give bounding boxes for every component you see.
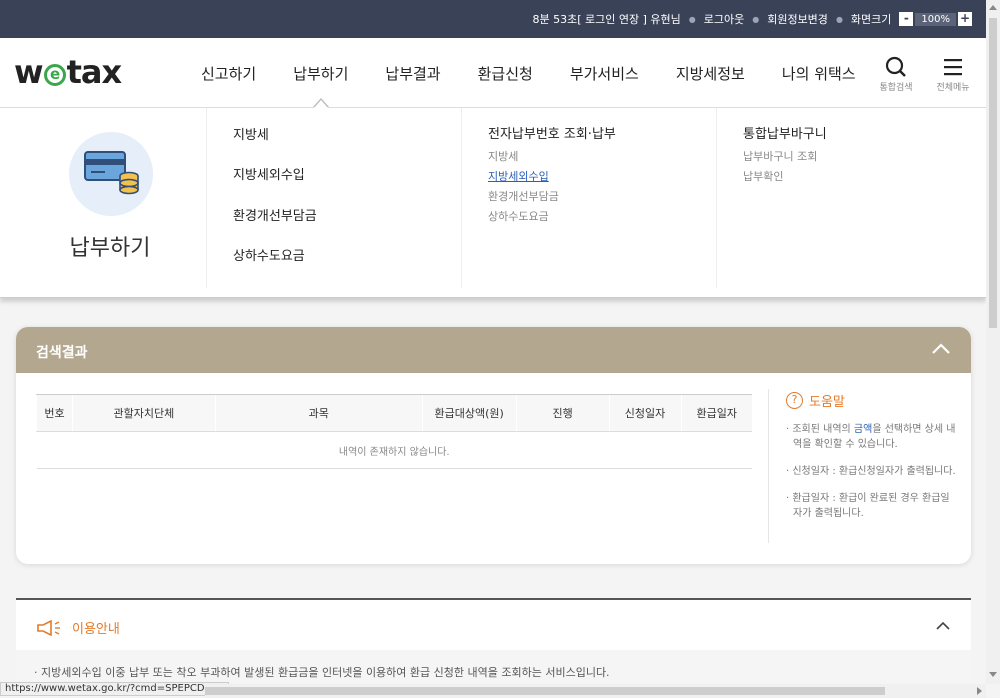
- vertical-scrollbar[interactable]: [986, 0, 1000, 684]
- collapse-chevron-icon[interactable]: [931, 339, 951, 359]
- zoom-value: 100%: [915, 12, 956, 26]
- submenu-local-tax[interactable]: 지방세: [488, 148, 518, 164]
- empty-message: 내역이 존재하지 않습니다.: [36, 431, 752, 469]
- nav-my-wetax[interactable]: 나의 위택스: [782, 63, 856, 84]
- hamburger-icon: [933, 56, 973, 78]
- amount-highlight: 금액: [853, 424, 873, 435]
- guide-collapse-chevron-icon[interactable]: [935, 618, 951, 634]
- session-timer[interactable]: 8분 53초[ 로그인 연장 ] 유현님: [532, 11, 680, 27]
- submenu-non-tax-revenue[interactable]: 지방세외수입: [488, 168, 549, 184]
- mega-menu-column-3: 통합납부바구니 납부바구니 조회 납부확인: [716, 108, 986, 288]
- screen-size-label: 화면크기: [850, 13, 892, 26]
- question-icon: ?: [786, 392, 803, 409]
- nav-refund[interactable]: 환급신청: [478, 63, 533, 84]
- col-subject: 과목: [214, 394, 423, 432]
- menu-payment-basket[interactable]: 통합납부바구니: [743, 123, 827, 142]
- refund-result-table: 번호 관할자치단체 과목 환급대상액(원) 진행 신청일자 환급일자 내역이 존…: [36, 394, 752, 469]
- all-menu-button[interactable]: 전체메뉴: [933, 56, 973, 93]
- col-jurisdiction: 관할자치단체: [71, 394, 216, 432]
- guide-text: · 지방세외수입 이중 납부 또는 착오 부과하여 발생된 환급금을 인터넷을 …: [16, 650, 971, 682]
- menu-water-fee[interactable]: 상하수도요금: [233, 245, 305, 264]
- mega-menu-column-2: 전자납부번호 조회·납부 지방세 지방세외수입 환경개선부담금 상하수도요금: [461, 108, 716, 288]
- scroll-down-arrow-icon[interactable]: [989, 672, 997, 677]
- zoom-in-button[interactable]: +: [958, 12, 972, 26]
- help-heading: ? 도움말: [786, 391, 958, 410]
- nav-payment[interactable]: 납부하기: [293, 63, 348, 108]
- help-item-refund-date: · 환급일자 : 환급이 완료된 경우 환급일자가 출력됩니다.: [786, 493, 950, 519]
- mega-menu-column-1: 지방세 지방세외수입 환경개선부담금 상하수도요금: [206, 108, 461, 288]
- status-url: https://www.wetax.go.kr/?cmd=SPEPCD0R0: [0, 682, 230, 696]
- search-icon: [876, 56, 916, 78]
- menu-label: 전체메뉴: [936, 83, 970, 93]
- logo-e: e: [43, 64, 66, 86]
- col-refund-date: 환급일자: [680, 394, 752, 432]
- table-row: 내역이 존재하지 않습니다.: [36, 431, 752, 469]
- horizontal-scrollbar[interactable]: [205, 684, 986, 698]
- nav-extra-services[interactable]: 부가서비스: [570, 63, 639, 84]
- result-title: 검색결과: [36, 345, 88, 361]
- submenu-payment-confirm[interactable]: 납부확인: [743, 168, 783, 184]
- megaphone-icon: [37, 619, 60, 636]
- guide-heading[interactable]: 이용안내: [36, 618, 120, 637]
- separator-dot: ●: [688, 14, 696, 24]
- col-apply-date: 신청일자: [608, 394, 681, 432]
- payment-mega-menu: 납부하기 지방세 지방세외수입 환경개선부담금 상하수도요금 전자납부번호 조회…: [0, 108, 986, 298]
- logo-w: w: [14, 53, 44, 91]
- help-item-amount: · 조회된 내역의 금액을 선택하면 상세 내역을 확인할 수 있습니다.: [786, 424, 956, 450]
- help-item-apply-date: · 신청일자 : 환급신청일자가 출력됩니다.: [786, 466, 956, 477]
- help-box: ? 도움말 · 조회된 내역의 금액을 선택하면 상세 내역을 확인할 수 있습…: [768, 389, 958, 543]
- integrated-search-button[interactable]: 통합검색: [876, 56, 916, 93]
- horizontal-scroll-thumb[interactable]: [205, 687, 885, 695]
- mega-menu-title: 납부하기: [69, 236, 151, 261]
- submenu-water-fee[interactable]: 상하수도요금: [488, 208, 549, 224]
- main-nav: 신고하기 납부하기 납부결과 환급신청 부가서비스 지방세정보 나의 위택스: [201, 63, 856, 108]
- scroll-up-arrow-icon[interactable]: [989, 5, 997, 10]
- top-utility-bar: 8분 53초[ 로그인 연장 ] 유현님 ● 로그아웃 ● 회원정보변경 ● 화…: [0, 0, 986, 38]
- menu-local-tax[interactable]: 지방세: [233, 124, 269, 143]
- col-progress: 진행: [515, 394, 610, 432]
- scroll-right-arrow-icon[interactable]: [977, 687, 982, 695]
- vertical-scroll-thumb[interactable]: [989, 18, 997, 328]
- guide-title: 이용안내: [72, 622, 120, 637]
- nav-local-tax-info[interactable]: 지방세정보: [676, 63, 745, 84]
- submenu-env-charge[interactable]: 환경개선부담금: [488, 188, 559, 204]
- zoom-control: - 100% +: [899, 12, 972, 26]
- member-edit-link[interactable]: 회원정보변경: [767, 11, 828, 27]
- separator-dot: ●: [835, 14, 843, 24]
- logo-tax: tax: [66, 53, 123, 91]
- menu-non-tax-revenue[interactable]: 지방세외수입: [233, 164, 305, 183]
- col-number: 번호: [36, 394, 73, 432]
- zoom-out-button[interactable]: -: [899, 12, 914, 26]
- main-header: w e tax 신고하기 납부하기 납부결과 환급신청 부가서비스 지방세정보 나의…: [0, 38, 986, 108]
- menu-e-payment-number[interactable]: 전자납부번호 조회·납부: [488, 123, 616, 142]
- payment-card-icon: [69, 132, 153, 216]
- logout-link[interactable]: 로그아웃: [704, 11, 744, 27]
- usage-guide-section: 이용안내 · 지방세외수입 이중 납부 또는 착오 부과하여 발생된 환급금을 …: [16, 598, 971, 682]
- search-result-panel: 검색결과 번호 관할자치단체 과목 환급대상액(원) 진행 신청일자 환급일자 …: [16, 327, 971, 564]
- search-label: 통합검색: [879, 83, 913, 93]
- menu-env-charge[interactable]: 환경개선부담금: [233, 205, 317, 224]
- nav-report[interactable]: 신고하기: [201, 63, 256, 84]
- help-title: 도움말: [809, 395, 845, 410]
- submenu-basket-inquiry[interactable]: 납부바구니 조회: [743, 148, 817, 164]
- wetax-logo[interactable]: w e tax: [14, 53, 123, 91]
- result-header: 검색결과: [16, 327, 971, 373]
- separator-dot: ●: [752, 14, 760, 24]
- nav-payment-result[interactable]: 납부결과: [385, 63, 440, 84]
- col-refund-amount: 환급대상액(원): [421, 394, 517, 432]
